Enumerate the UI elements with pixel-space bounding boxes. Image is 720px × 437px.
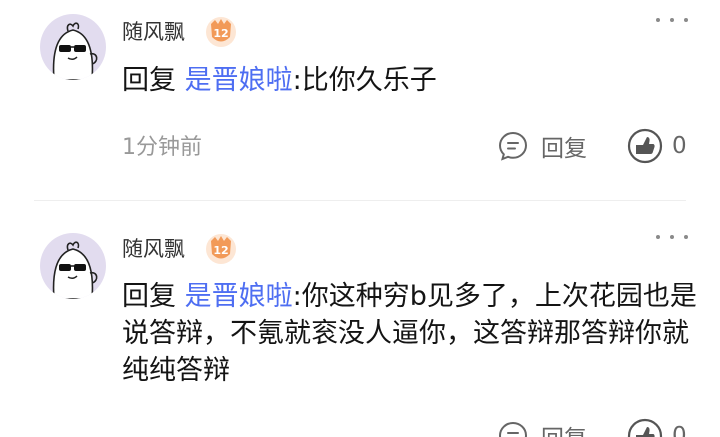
like-button[interactable]: 0 [626, 418, 687, 437]
level-number: 12 [213, 244, 228, 257]
level-badge-icon: 12 [206, 234, 236, 264]
user-avatar[interactable] [40, 233, 106, 299]
comment-list: 随风飘 12 回复 是晋娘啦:比你久乐子 1分钟前 回复 0 随风飘 12 回复… [0, 0, 720, 437]
level-badge: 12 [204, 232, 238, 266]
comment-content: 回复 是晋娘啦:你这种穷b见多了，上次花园也是说答辩，不氪就衮没人逼你，这答辩那… [122, 278, 702, 389]
reply-prefix: 回复 [122, 281, 176, 312]
reply-bubble-icon [498, 421, 528, 437]
username[interactable]: 随风飘 [122, 235, 185, 263]
thumbs-up-icon [627, 418, 663, 437]
comment-item: 随风飘 12 回复 是晋娘啦:你这种穷b见多了，上次花园也是说答辩，不氪就衮没人… [0, 0, 720, 437]
mention-link[interactable]: 是晋娘啦 [185, 281, 293, 312]
separator: : [292, 281, 302, 312]
reply-label: 回复 [541, 419, 587, 437]
like-count: 0 [672, 423, 687, 437]
sunglasses-chick-icon [52, 241, 98, 299]
more-dots-icon[interactable] [656, 231, 688, 243]
comment-footer: 回复 0 [0, 418, 720, 437]
reply-button[interactable]: 回复 [497, 418, 587, 437]
